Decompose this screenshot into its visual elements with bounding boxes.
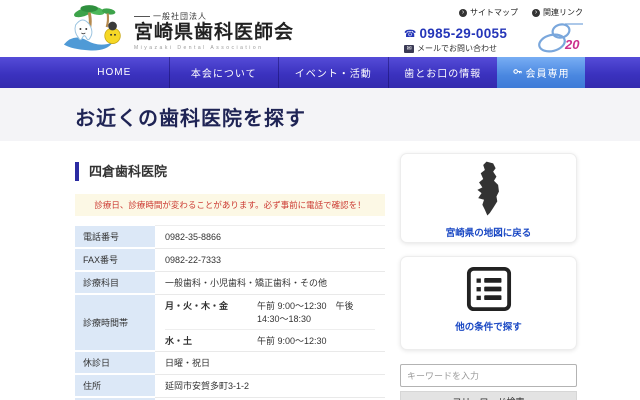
mail-contact-label: メールでお問い合わせ: [417, 43, 497, 54]
clinic-detail-section: 四倉歯科医院 診療日、診療時間が変わることがあります。必ず事前に電話で確認を！ …: [75, 160, 385, 400]
nav-item-oral-info[interactable]: 歯とお口の情報: [388, 57, 498, 88]
members-only-label: 会員専用: [526, 65, 570, 80]
schedule-days: 月・火・木・金: [165, 299, 257, 325]
row-value: 0982-22-7333: [155, 248, 385, 271]
phone-icon: [404, 24, 416, 42]
phone-link[interactable]: 0985-29-0055: [404, 24, 507, 42]
table-row: 休診日 日曜・祝日: [75, 351, 385, 374]
table-row: 電話番号 0982-35-8866: [75, 225, 385, 248]
table-row: 診療科目 一般歯科・小児歯科・矯正歯科・その他: [75, 271, 385, 294]
row-value: 0982-35-8866: [155, 225, 385, 248]
clinic-info-table: 電話番号 0982-35-8866 FAX番号 0982-22-7333 診療科…: [75, 224, 385, 400]
related-links-link[interactable]: 関連リンク: [532, 7, 583, 18]
page: 一般社団法人 宮崎県歯科医師会 Miyazaki Dental Associat…: [0, 0, 640, 400]
other-conditions-card[interactable]: 他の条件で探す: [400, 256, 577, 350]
row-value: 日曜・祝日: [155, 351, 385, 374]
page-title: お近くの歯科医院を探す: [75, 102, 306, 131]
schedule-days: 水・土: [165, 334, 257, 347]
mail-contact-link[interactable]: メールでお問い合わせ: [404, 43, 507, 54]
schedule-time: 午前 9:00〜12:30: [257, 334, 375, 347]
row-label: 休診日: [75, 351, 155, 374]
mail-icon: [404, 45, 414, 53]
table-row: 診療時間帯 月・火・木・金 午前 9:00〜12:30 午後 14:30〜18:…: [75, 294, 385, 351]
back-to-map-card[interactable]: 宮崎県の地図に戻る: [400, 153, 577, 243]
list-conditions-icon: [466, 299, 512, 316]
row-label: 住所: [75, 374, 155, 397]
nav-item-events[interactable]: イベント・活動: [278, 57, 388, 88]
arrow-circle-icon: [459, 9, 467, 17]
row-label: 診療科目: [75, 271, 155, 294]
header-utility-links: サイトマップ 関連リンク: [459, 7, 583, 18]
arrow-circle-icon: [532, 9, 540, 17]
row-label: 電話番号: [75, 225, 155, 248]
row-value: 延岡市安賀多町3-1-2: [155, 374, 385, 397]
org-name-en: Miyazaki Dental Association: [134, 45, 294, 51]
row-label: FAX番号: [75, 248, 155, 271]
title-band: お近くの歯科医院を探す: [0, 88, 640, 141]
org-text: 一般社団法人 宮崎県歯科医師会 Miyazaki Dental Associat…: [134, 11, 294, 51]
miyazaki-map-icon: [465, 205, 513, 222]
schedule-time: 午前 9:00〜12:30 午後 14:30〜18:30: [257, 299, 375, 325]
sitemap-link-label: サイトマップ: [470, 7, 518, 18]
mascot-icon: [60, 3, 132, 58]
clinic-name-heading: 四倉歯科医院: [75, 162, 385, 181]
other-conditions-label: 他の条件で探す: [401, 319, 576, 333]
header-contact: 0985-29-0055 メールでお問い合わせ: [404, 24, 507, 54]
key-icon: [513, 67, 522, 79]
schedule-cell: 月・火・木・金 午前 9:00〜12:30 午後 14:30〜18:30 水・土…: [155, 294, 385, 351]
main-nav: HOME 本会について イベント・活動 歯とお口の情報 会員専用: [0, 57, 640, 88]
schedule-line: 水・土 午前 9:00〜12:30: [165, 330, 375, 351]
clinic-notice: 診療日、診療時間が変わることがあります。必ず事前に電話で確認を！: [75, 194, 385, 216]
related-links-label: 関連リンク: [543, 7, 583, 18]
row-label: 診療時間帯: [75, 294, 155, 351]
keyword-input[interactable]: [400, 364, 577, 387]
8020-logo: 20: [531, 21, 587, 58]
phone-number: 0985-29-0055: [419, 26, 507, 41]
site-logo[interactable]: 一般社団法人 宮崎県歯科医師会 Miyazaki Dental Associat…: [60, 3, 294, 58]
8020-twenty-text: 20: [564, 37, 580, 52]
header: 一般社団法人 宮崎県歯科医師会 Miyazaki Dental Associat…: [0, 0, 640, 57]
nav-item-members-only[interactable]: 会員専用: [497, 57, 585, 88]
schedule-line: 月・火・木・金 午前 9:00〜12:30 午後 14:30〜18:30: [165, 295, 375, 330]
back-to-map-label: 宮崎県の地図に戻る: [401, 225, 576, 239]
freeword-search-button[interactable]: フリーワード検索: [400, 391, 577, 400]
org-type: 一般社団法人: [134, 11, 294, 22]
table-row: 住所 延岡市安賀多町3-1-2: [75, 374, 385, 397]
org-name: 宮崎県歯科医師会: [134, 22, 294, 44]
sitemap-link[interactable]: サイトマップ: [459, 7, 518, 18]
nav-item-about[interactable]: 本会について: [169, 57, 279, 88]
nav-item-home[interactable]: HOME: [60, 57, 169, 88]
sidebar: 宮崎県の地図に戻る 他の条件で探す フリーワード検: [400, 153, 577, 400]
table-row: FAX番号 0982-22-7333: [75, 248, 385, 271]
row-value: 一般歯科・小児歯科・矯正歯科・その他: [155, 271, 385, 294]
